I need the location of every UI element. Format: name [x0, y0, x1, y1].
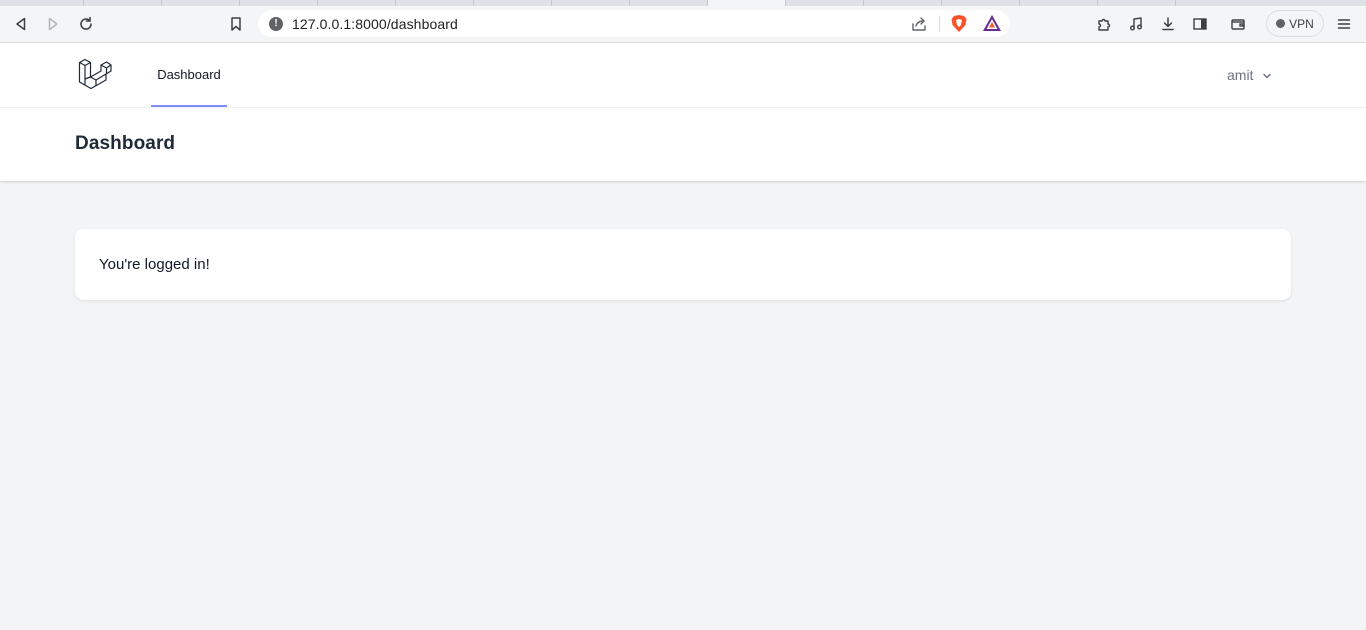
vpn-label: VPN: [1289, 16, 1314, 31]
menu-icon[interactable]: [1332, 12, 1356, 36]
page-title: Dashboard: [75, 133, 176, 154]
nav-link-dashboard[interactable]: Dashboard: [151, 43, 227, 107]
logged-in-message: You're logged in!: [99, 256, 210, 273]
status-card: You're logged in!: [75, 229, 1291, 300]
chevron-down-icon: [1261, 69, 1273, 81]
back-icon[interactable]: [9, 12, 33, 36]
url-text[interactable]: 127.0.0.1:8000/dashboard: [292, 16, 458, 32]
browser-toolbar: ! 127.0.0.1:8000/dashboard VPN: [0, 6, 1366, 43]
bookmark-icon[interactable]: [224, 12, 248, 36]
page-header: Dashboard: [0, 108, 1366, 181]
vpn-button[interactable]: VPN: [1266, 10, 1324, 37]
sidebar-icon[interactable]: [1188, 12, 1212, 36]
downloads-icon[interactable]: [1156, 12, 1180, 36]
extensions-icon[interactable]: [1092, 12, 1116, 36]
wallet-icon[interactable]: [1226, 12, 1250, 36]
vpn-status-icon: [1276, 19, 1286, 28]
user-dropdown[interactable]: amit: [1227, 65, 1273, 85]
share-icon[interactable]: [910, 15, 928, 33]
media-icon[interactable]: [1124, 12, 1148, 36]
reload-icon[interactable]: [74, 12, 98, 36]
app-navbar: Dashboard amit: [0, 43, 1366, 108]
user-name: amit: [1227, 67, 1254, 83]
brave-shields-icon[interactable]: [950, 14, 968, 33]
site-info-icon[interactable]: !: [269, 16, 283, 31]
address-bar[interactable]: ! 127.0.0.1:8000/dashboard: [258, 10, 1010, 37]
brave-rewards-icon[interactable]: [982, 14, 1002, 33]
forward-icon[interactable]: [41, 12, 65, 36]
omnibox-divider: [939, 16, 940, 31]
laravel-logo-icon[interactable]: [78, 58, 112, 92]
